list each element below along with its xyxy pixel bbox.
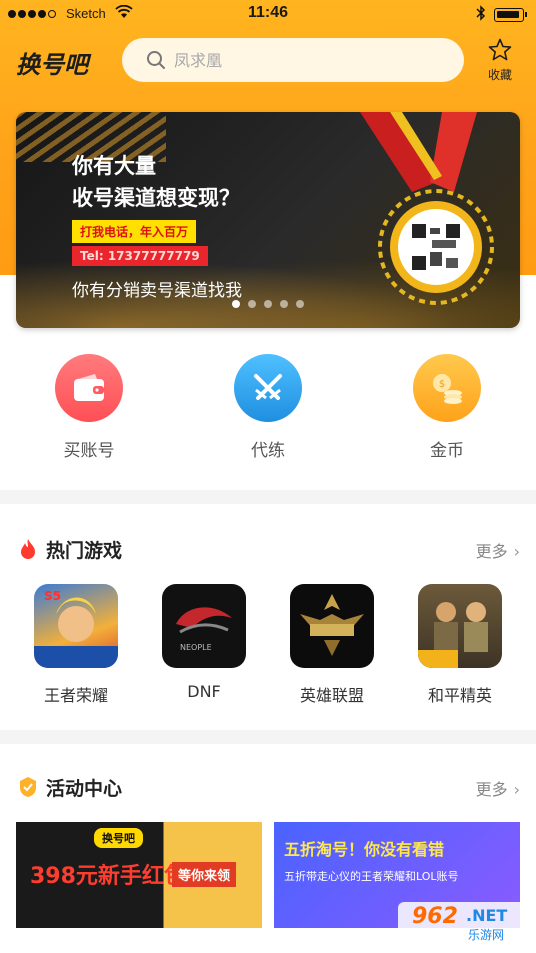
banner-pagination[interactable] (232, 300, 304, 308)
pagination-dot[interactable] (248, 300, 256, 308)
game-icon-peacekeeper-elite (418, 584, 502, 668)
banner-tag-income: 打我电话，年入百万 (72, 220, 197, 243)
quick-actions: 买账号 代练 $ 金币 (0, 354, 536, 474)
section-title: 热门游戏 (46, 540, 123, 562)
banner-title-line1: 你有大量 (72, 154, 156, 178)
game-icon-honor-of-kings: S5 (34, 584, 118, 668)
search-bar[interactable] (122, 38, 464, 82)
shield-icon (18, 776, 38, 802)
activity-headline: 五折淘号！你没有看错 (284, 840, 445, 859)
game-item[interactable]: 英雄联盟 (272, 584, 392, 706)
coins-icon: $ (413, 354, 481, 422)
game-icon-league-of-legends (290, 584, 374, 668)
hot-games-more-link[interactable]: 更多 › (476, 538, 520, 562)
activity-more-link[interactable]: 更多 › (476, 776, 520, 800)
quick-action-boosting[interactable]: 代练 (218, 354, 318, 461)
hot-games-header: 热门游戏 更多 › (0, 528, 536, 568)
activity-tag: 换号吧 (94, 828, 143, 848)
more-label: 更多 (475, 780, 508, 799)
chevron-right-icon: › (513, 780, 520, 799)
quick-action-label: 金币 (430, 441, 464, 461)
favorite-label: 收藏 (487, 68, 512, 82)
battery-icon (494, 8, 527, 22)
pagination-dot[interactable] (280, 300, 288, 308)
quick-action-label: 代练 (251, 441, 285, 461)
star-icon (488, 38, 512, 61)
quick-action-label: 买账号 (63, 441, 115, 461)
crossed-swords-icon (234, 354, 302, 422)
favorite-button[interactable]: 收藏 (478, 38, 522, 83)
section-title: 活动中心 (46, 778, 123, 800)
activity-card-red-packet[interactable]: 换号吧 398元新手红包 等你来领 (16, 822, 262, 928)
banner-subtitle: 你有分销卖号渠道找我 (72, 281, 242, 301)
activity-header: 活动中心 更多 › (0, 766, 536, 806)
medal-qr-icon (360, 112, 494, 305)
app-logo: 换号吧 (16, 51, 88, 79)
watermark-cn: 乐游网 (468, 928, 505, 942)
pagination-dot[interactable] (264, 300, 272, 308)
fire-icon (18, 538, 38, 564)
watermark-number: 962 (412, 904, 458, 929)
bluetooth-icon (476, 5, 486, 24)
banner-tag-phone: Tel: 17377777779 (72, 246, 208, 266)
watermark-net: .NET (466, 906, 508, 925)
pagination-dot[interactable] (232, 300, 240, 308)
wallet-icon (55, 354, 123, 422)
section-divider (0, 490, 536, 504)
game-item[interactable]: NEOPLE DNF (144, 584, 264, 701)
game-name: 王者荣耀 (43, 686, 108, 705)
activity-badge: 等你来领 (172, 862, 237, 887)
quick-action-buy-account[interactable]: 买账号 (39, 354, 139, 461)
status-bar: Sketch 11:46 (0, 0, 536, 30)
search-input[interactable] (174, 50, 434, 70)
hot-games-list: S5 王者荣耀 NEOPLE DNF 英雄联盟 和平精英 (0, 584, 536, 714)
activity-headline: 398元新手红包 (30, 864, 186, 889)
activity-subtitle: 五折带走心仪的王者荣耀和LOL账号 (284, 870, 459, 883)
game-icon-dnf: NEOPLE (162, 584, 246, 668)
game-item[interactable]: S5 王者荣耀 (16, 584, 136, 706)
svg-text:NEOPLE: NEOPLE (180, 643, 212, 652)
site-watermark: 962 .NET 乐游网 (398, 902, 528, 946)
chevron-right-icon: › (513, 542, 520, 561)
banner-title-line2: 收号渠道想变现？ (72, 186, 240, 210)
search-icon (147, 51, 165, 69)
section-divider (0, 730, 536, 744)
game-name: 英雄联盟 (299, 686, 364, 705)
svg-text:S5: S5 (44, 589, 61, 603)
pagination-dot[interactable] (296, 300, 304, 308)
game-name: DNF (187, 682, 221, 701)
promo-banner[interactable]: 你有大量 收号渠道想变现？ 打我电话，年入百万 Tel: 17377777779… (16, 112, 520, 328)
game-name: 和平精英 (427, 686, 492, 705)
more-label: 更多 (475, 542, 508, 561)
svg-text:$: $ (439, 379, 445, 390)
game-item[interactable]: 和平精英 (400, 584, 520, 706)
quick-action-gold[interactable]: $ 金币 (397, 354, 497, 461)
status-time: 11:46 (247, 4, 289, 21)
